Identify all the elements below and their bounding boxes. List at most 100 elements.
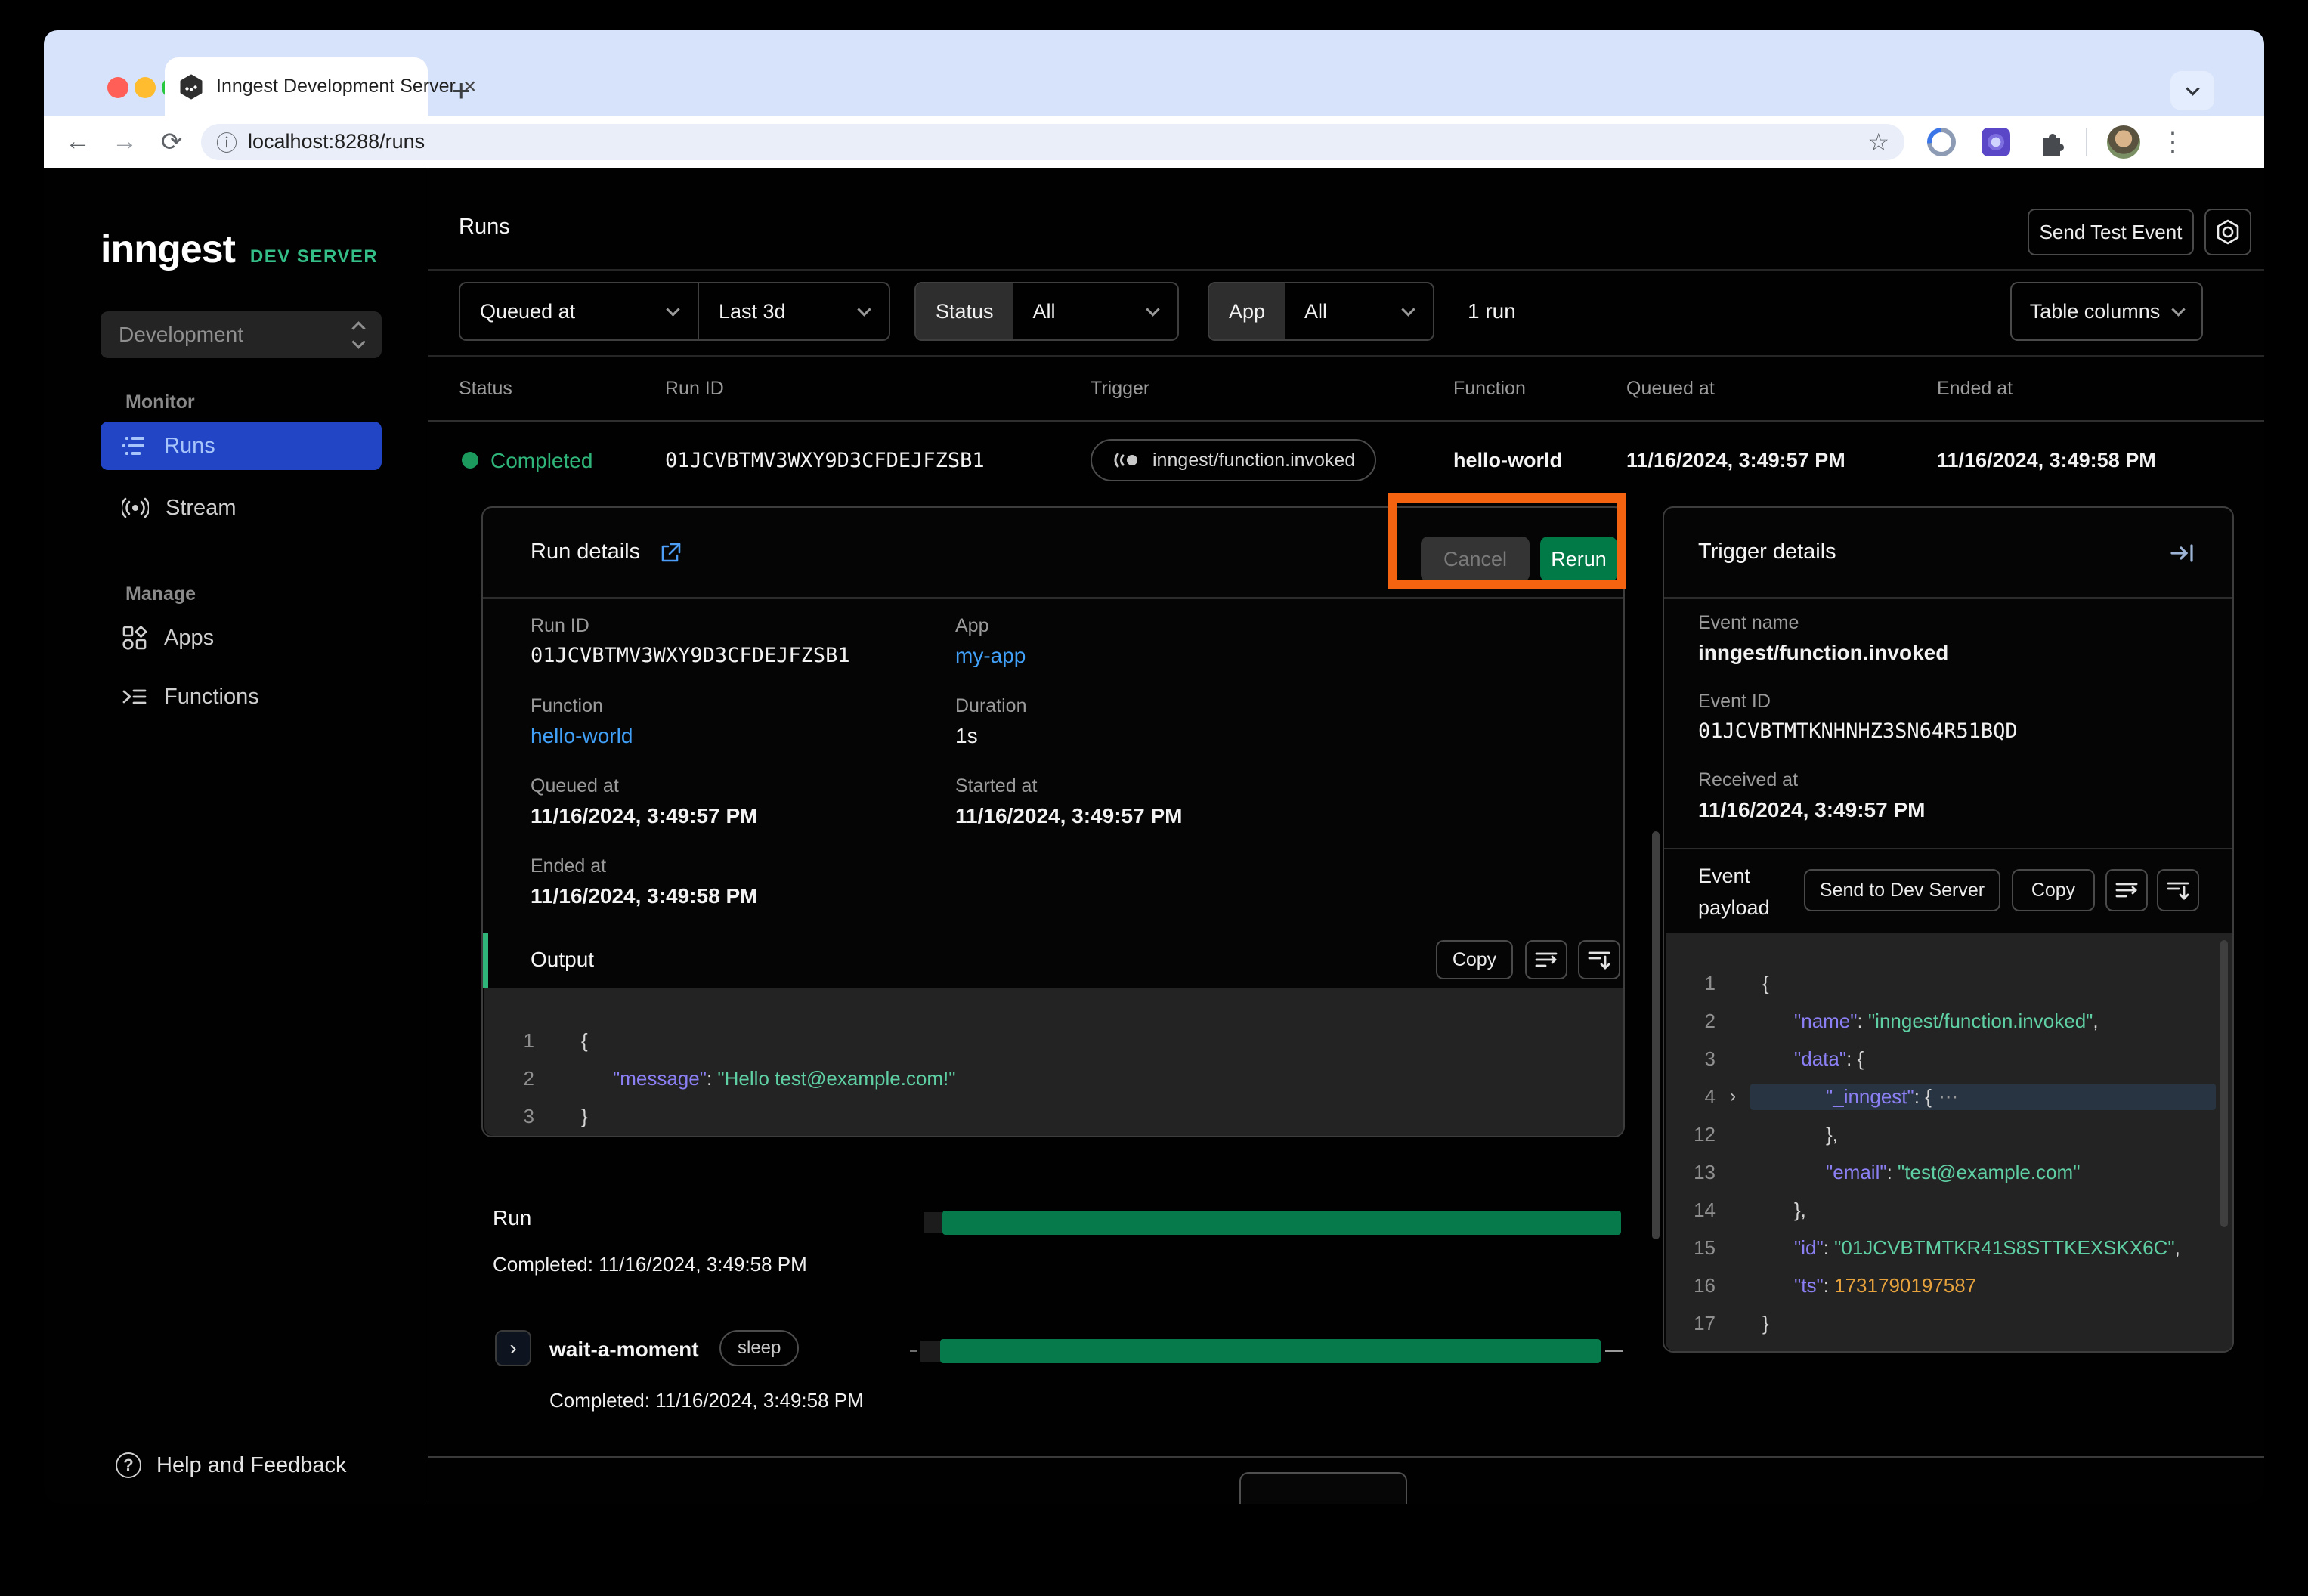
sidebar-item-runs[interactable]: Runs: [101, 422, 382, 470]
trigger-badge[interactable]: inngest/function.invoked: [1091, 439, 1376, 481]
app-link[interactable]: my-app: [955, 644, 1026, 668]
reload-icon[interactable]: ⟳: [148, 127, 195, 157]
onepassword-extension-icon[interactable]: [1927, 128, 1956, 156]
send-to-dev-server-button[interactable]: Send to Dev Server: [1804, 869, 2000, 911]
browser-window: Inngest Development Server × + ← → ⟳ ⓘ l…: [44, 30, 2264, 1504]
settings-gear-button[interactable]: [2204, 209, 2251, 255]
run-id-value: 01JCVBTMV3WXY9D3CFDEJFZSB1: [531, 644, 850, 667]
run-id-cell: 01JCVBTMV3WXY9D3CFDEJFZSB1: [665, 449, 985, 472]
event-payload-code-block[interactable]: 1{2"name": "inngest/function.invoked",3"…: [1666, 933, 2232, 1351]
step-expand-button[interactable]: ›: [495, 1330, 531, 1366]
apps-grid-icon: [122, 625, 147, 651]
environment-name: Development: [119, 323, 354, 347]
bottom-peek-button[interactable]: [1239, 1472, 1407, 1504]
column-header-function: Function: [1453, 378, 1526, 400]
toolbar-divider: [2086, 128, 2087, 156]
timeline-run-bar[interactable]: [942, 1211, 1621, 1235]
run-table-row[interactable]: Completed 01JCVBTMV3WXY9D3CFDEJFZSB1 inn…: [428, 420, 2264, 500]
content-bottom-divider: [428, 1456, 2264, 1458]
time-range-label: Last 3d: [719, 300, 786, 323]
forward-icon[interactable]: →: [101, 127, 148, 156]
output-title: Output: [531, 948, 594, 972]
app-filter-label: App: [1209, 283, 1285, 339]
browser-menu-icon[interactable]: ⋮: [2160, 127, 2186, 157]
traffic-light-minimize-button[interactable]: [135, 77, 156, 98]
payload-expand-bottom-button[interactable]: [2157, 869, 2199, 911]
field-label: App: [955, 615, 988, 637]
payload-copy-button[interactable]: Copy: [2012, 869, 2095, 911]
event-signal-icon: [1112, 449, 1142, 472]
send-test-event-label: Send Test Event: [2040, 221, 2183, 244]
chevron-down-icon: [1146, 302, 1159, 316]
environment-selector[interactable]: Development: [101, 311, 382, 358]
traffic-light-close-button[interactable]: [107, 77, 128, 98]
browser-tab[interactable]: Inngest Development Server ×: [165, 57, 428, 116]
external-link-icon[interactable]: [658, 541, 682, 565]
output-copy-button[interactable]: Copy: [1436, 940, 1513, 979]
collapse-panel-icon[interactable]: [2169, 540, 2198, 567]
details-scrollbar-thumb[interactable]: [1652, 831, 1660, 1239]
copy-label: Copy: [2031, 880, 2075, 902]
time-filter-group: Queued at Last 3d: [459, 282, 890, 341]
output-code-block[interactable]: 1{2"message": "Hello test@example.com!"3…: [484, 988, 1623, 1136]
copy-label: Copy: [1453, 949, 1496, 971]
page-title: Runs: [459, 215, 510, 240]
field-label: Received at: [1698, 769, 1798, 791]
table-columns-label: Table columns: [2030, 300, 2161, 323]
sidebar-item-apps[interactable]: Apps: [101, 614, 382, 662]
queued-at-cell: 11/16/2024, 3:49:57 PM: [1626, 449, 1845, 472]
field-label: Function: [531, 695, 603, 717]
purple-extension-icon[interactable]: [1982, 128, 2010, 156]
chevron-down-icon: [666, 302, 679, 316]
sidebar: inngest DEV SERVER Development Monitor R…: [44, 168, 428, 1504]
send-to-dev-server-label: Send to Dev Server: [1820, 880, 1985, 902]
step-kind-label: sleep: [738, 1338, 781, 1359]
event-name-value: inngest/function.invoked: [1698, 641, 1948, 665]
column-header-trigger: Trigger: [1091, 378, 1149, 400]
function-link[interactable]: hello-world: [531, 724, 633, 748]
table-columns-button[interactable]: Table columns: [2010, 282, 2203, 341]
trigger-details-panel: Trigger details Event name inngest/funct…: [1663, 506, 2234, 1353]
cancel-button[interactable]: Cancel: [1421, 537, 1530, 582]
timeline-step-bar[interactable]: [940, 1339, 1601, 1363]
timeline-step-bar-marker: [920, 1341, 940, 1362]
sidebar-item-functions[interactable]: Functions: [101, 673, 382, 721]
app-filter-value[interactable]: All: [1285, 283, 1433, 339]
url-bar[interactable]: ⓘ localhost:8288/runs ☆: [201, 124, 1904, 160]
sidebar-item-label: Functions: [164, 685, 259, 710]
time-field-filter[interactable]: Queued at: [460, 283, 698, 339]
step-name: wait-a-moment: [549, 1338, 699, 1362]
app-filter-group: App All: [1208, 282, 1434, 341]
timeline-step-dash-left: [910, 1350, 917, 1352]
expand-bottom-button[interactable]: [1578, 940, 1620, 979]
status-filter-value[interactable]: All: [1013, 283, 1177, 339]
word-wrap-button[interactable]: [1525, 940, 1567, 979]
screenshot-canvas: Inngest Development Server × + ← → ⟳ ⓘ l…: [0, 0, 2308, 1596]
rerun-button[interactable]: Rerun: [1540, 537, 1617, 582]
send-test-event-button[interactable]: Send Test Event: [2028, 209, 2194, 255]
ended-at-cell: 11/16/2024, 3:49:58 PM: [1937, 449, 2156, 472]
time-range-filter[interactable]: Last 3d: [698, 283, 889, 339]
output-accent-bar: [483, 933, 488, 988]
run-details-title: Run details: [531, 540, 640, 564]
chevron-down-icon: [2172, 302, 2186, 316]
new-tab-button[interactable]: +: [452, 73, 471, 109]
event-id-value: 01JCVBTMTKNHNHZ3SN64R51BQD: [1698, 719, 2018, 743]
sidebar-item-stream[interactable]: Stream: [101, 484, 382, 532]
extensions-puzzle-icon[interactable]: [2036, 127, 2066, 157]
bookmark-star-icon[interactable]: ☆: [1867, 128, 1889, 156]
browser-tab-strip: Inngest Development Server × +: [44, 30, 2264, 116]
stream-broadcast-icon: [122, 496, 149, 519]
profile-avatar[interactable]: [2107, 125, 2140, 159]
tab-title: Inngest Development Server: [216, 76, 456, 97]
tab-strip-chevron-button[interactable]: [2170, 71, 2214, 110]
column-header-status: Status: [459, 378, 512, 400]
rerun-label: Rerun: [1551, 548, 1607, 571]
payload-word-wrap-button[interactable]: [2105, 869, 2148, 911]
field-label: Duration: [955, 695, 1027, 717]
timeline-step-completed: Completed: 11/16/2024, 3:49:58 PM: [549, 1389, 864, 1412]
help-and-feedback[interactable]: ? Help and Feedback: [116, 1452, 347, 1478]
site-info-icon[interactable]: ⓘ: [216, 127, 237, 157]
payload-scrollbar-thumb[interactable]: [2220, 940, 2228, 1227]
back-icon[interactable]: ←: [54, 127, 101, 156]
